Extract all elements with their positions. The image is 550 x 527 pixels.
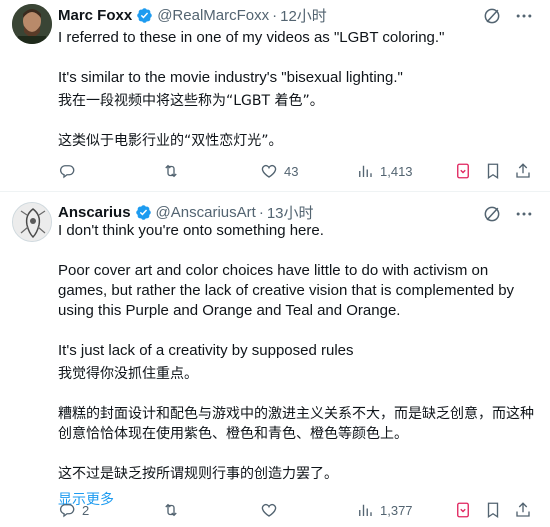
share-icon: [516, 163, 530, 178]
tweet-header: Anscarius @AnscariusArt · 13小时: [58, 201, 314, 223]
view-count: 1,413: [380, 163, 413, 179]
translation-line: 这不过是缺乏按所谓规则行事的创造力罢了。: [58, 466, 338, 482]
like-button[interactable]: [260, 499, 284, 521]
bookmark-icon: [487, 502, 499, 519]
verified-badge-icon: [137, 7, 152, 23]
avatar[interactable]: [12, 202, 52, 242]
like-icon: [261, 164, 277, 178]
views-icon: [359, 165, 372, 177]
grok-button[interactable]: [454, 160, 472, 182]
tweet-anscarius[interactable]: Anscarius @AnscariusArt · 13小时 I don't t…: [0, 192, 550, 527]
tweet-paragraph: Poor cover art and color choices have li…: [58, 262, 515, 319]
verified-badge-icon: [135, 204, 151, 220]
bookmark-button[interactable]: [484, 499, 502, 521]
author-name[interactable]: Marc Foxx: [58, 7, 132, 24]
reply-button[interactable]: [58, 160, 82, 182]
retweet-button[interactable]: [162, 499, 186, 521]
grok-icon[interactable]: [482, 6, 502, 26]
views-icon: [359, 504, 372, 516]
timeline-feed: Marc Foxx @RealMarcFoxx · 12小时 I referre…: [0, 0, 550, 527]
tweet-line: It's similar to the movie industry's "bi…: [58, 69, 403, 86]
grok-icon: [457, 502, 469, 518]
bookmark-button[interactable]: [484, 160, 502, 182]
action-bar: 2 1,377: [58, 499, 538, 521]
retweet-button[interactable]: [162, 160, 186, 182]
tweet-text: I don't think you're onto something here…: [58, 221, 538, 510]
reply-icon: [59, 165, 75, 179]
views-button[interactable]: 1,413: [356, 160, 413, 182]
like-count: 43: [284, 163, 299, 179]
share-button[interactable]: [514, 160, 532, 182]
reply-button[interactable]: 2: [58, 499, 89, 521]
grok-icon: [457, 163, 469, 179]
translation-line: 我在一段视频中将这些称为“LGBT 着色”。: [58, 93, 324, 109]
timestamp[interactable]: 13小时: [267, 202, 314, 223]
like-icon: [261, 503, 277, 517]
share-icon: [516, 502, 530, 517]
grok-button[interactable]: [454, 499, 472, 521]
top-actions: [470, 6, 534, 26]
reply-icon: [59, 504, 75, 518]
separator-dot: ·: [272, 6, 278, 24]
tweet-marc-foxx[interactable]: Marc Foxx @RealMarcFoxx · 12小时 I referre…: [0, 0, 550, 192]
author-handle[interactable]: @RealMarcFoxx: [157, 7, 269, 24]
translation-line: 我觉得你没抓住重点。: [58, 366, 198, 382]
view-count: 1,377: [380, 502, 413, 518]
tweet-line: I referred to these in one of my videos …: [58, 29, 445, 46]
like-button[interactable]: 43: [260, 160, 298, 182]
author-handle[interactable]: @AnscariusArt: [156, 204, 256, 221]
retweet-icon: [165, 164, 177, 178]
retweet-icon: [165, 503, 177, 517]
translation-line: 这类似于电影行业的“双性恋灯光”。: [58, 133, 283, 149]
separator-dot: ·: [258, 203, 264, 221]
timestamp[interactable]: 12小时: [280, 5, 327, 26]
action-bar: 43 1,413: [58, 160, 538, 182]
tweet-line: It's just lack of a creativity by suppos…: [58, 342, 354, 359]
more-icon[interactable]: [514, 6, 534, 26]
author-name[interactable]: Anscarius: [58, 204, 131, 221]
share-button[interactable]: [514, 499, 532, 521]
translation-line: 糟糕的封面设计和配色与游戏中的激进主义关系不大，而是缺乏创意，而这种: [58, 406, 534, 422]
tweet-line: I don't think you're onto something here…: [58, 222, 324, 239]
avatar[interactable]: [12, 4, 52, 44]
tweet-text: I referred to these in one of my videos …: [58, 28, 538, 151]
views-button[interactable]: 1,377: [356, 499, 413, 521]
bookmark-icon: [487, 163, 499, 180]
translation-line: 创意恰恰体现在使用紫色、橙色和青色、橙色等颜色上。: [58, 426, 408, 442]
tweet-header: Marc Foxx @RealMarcFoxx · 12小时: [58, 4, 327, 26]
reply-count: 2: [82, 502, 90, 518]
